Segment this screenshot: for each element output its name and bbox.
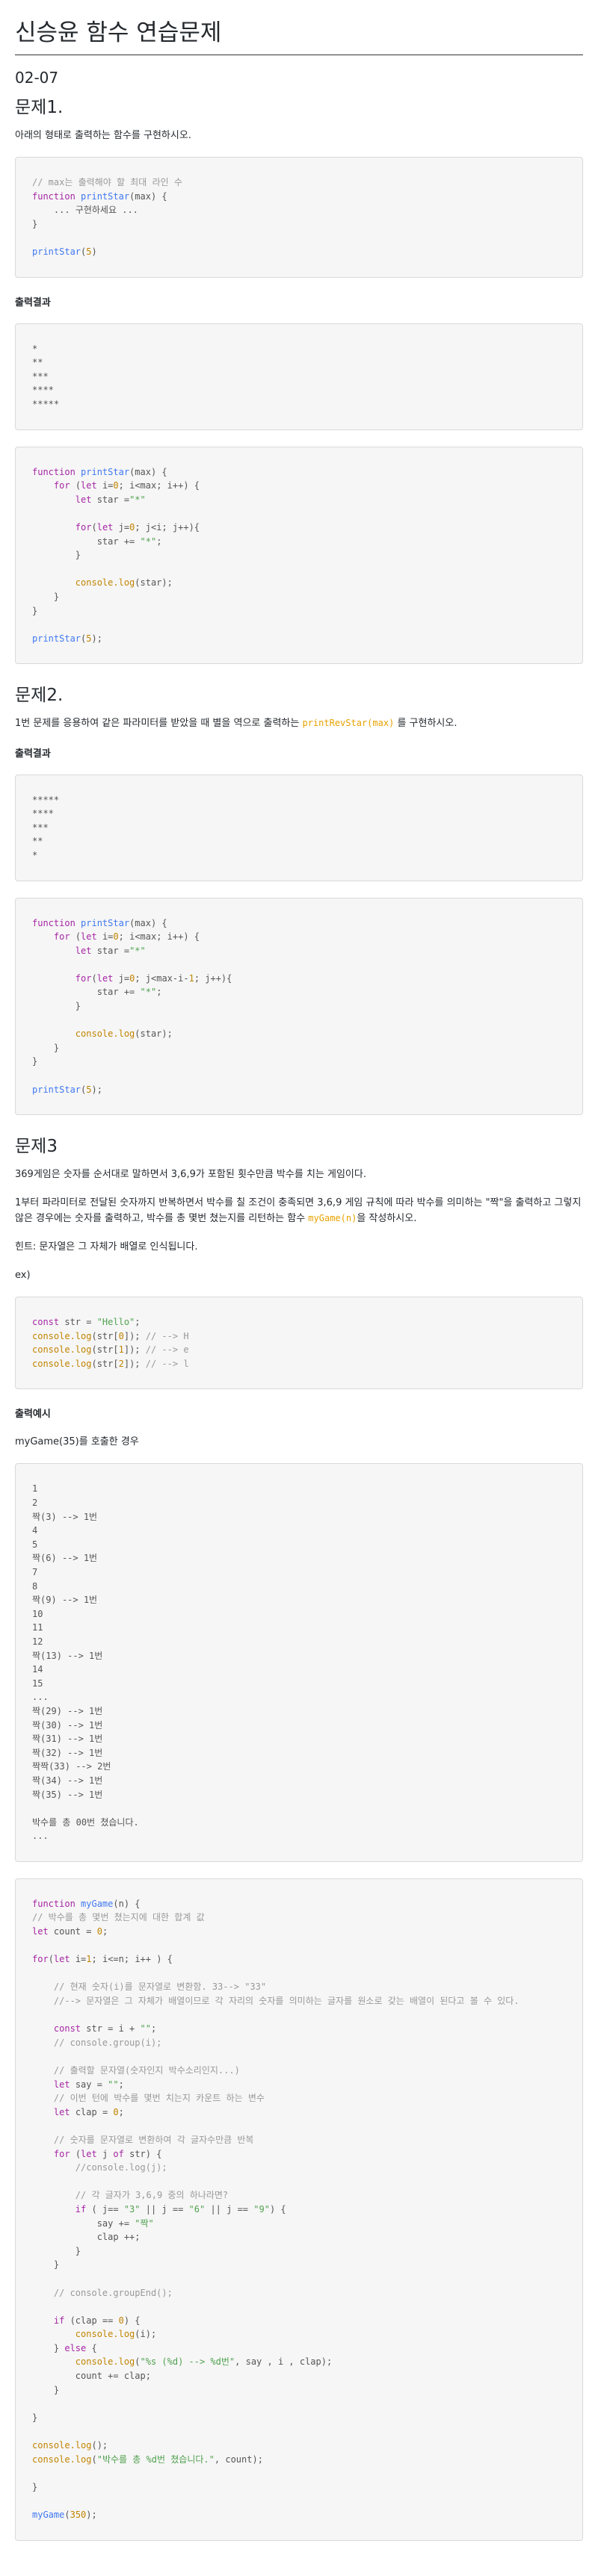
problem3-hint: 힌트: 문자열은 그 자체가 배열로 인식됩니다. xyxy=(15,1241,198,1253)
problem3-description1: 369게임은 숫자를 순서대로 말하면서 3,6,9가 포함된 횟수만큼 박수를… xyxy=(15,1169,366,1181)
problem3-heading: 문제3 xyxy=(15,1137,58,1157)
problem2-output: ***** **** *** ** * xyxy=(15,774,583,881)
problem3-example-label: ex) xyxy=(15,1269,31,1281)
problem1-template-code: // max는 출력해야 할 최대 라인 수 function printSta… xyxy=(15,157,583,278)
problem2-description: 1번 문제를 응용하여 같은 파라미터를 받았을 때 별을 역으로 출력하는 p… xyxy=(15,716,583,731)
problem3-solution-code: function myGame(n) { // 박수를 총 몇번 쳤는지에 대한… xyxy=(15,1878,583,2541)
problem2-desc-text-end: 를 구현하시오. xyxy=(394,718,457,730)
problem1-solution-code: function printStar(max) { for (let i=0; … xyxy=(15,446,583,665)
problem2-output-label: 출력결과 xyxy=(15,748,51,760)
problem3-desc-text-end: 을 작성하시오. xyxy=(357,1212,417,1224)
problem2-desc-code: printRevStar(max) xyxy=(302,718,395,729)
problem3-output-label: 출력예시 xyxy=(15,1409,51,1421)
problem3-call-description: myGame(35)를 호출한 경우 xyxy=(15,1436,139,1448)
problem1-output: * ** *** **** ***** xyxy=(15,323,583,430)
problem3-output: 1 2 짝(3) --> 1번 4 5 짝(6) --> 1번 7 8 짝(9)… xyxy=(15,1463,583,1862)
problem2-solution-code: function printStar(max) { for (let i=0; … xyxy=(15,897,583,1116)
problem1-description: 아래의 형태로 출력하는 함수를 구현하시오. xyxy=(15,130,191,141)
page-title: 신승윤 함수 연습문제 xyxy=(15,10,583,55)
problem3-description2: 1부터 파라미터로 전달된 숫자까지 반복하면서 박수를 칠 조건이 충족되면 … xyxy=(15,1196,583,1226)
problem2-desc-text: 1번 문제를 응용하여 같은 파라미터를 받았을 때 별을 역으로 출력하는 xyxy=(15,718,303,730)
problem2-heading: 문제2. xyxy=(15,686,64,706)
problem1-heading: 문제1. xyxy=(15,98,64,117)
problem3-desc-text: 1부터 파라미터로 전달된 숫자까지 반복하면서 박수를 칠 조건이 충족되면 … xyxy=(15,1197,582,1224)
problem3-desc-code: myGame(n) xyxy=(308,1212,357,1223)
problem3-example-code: const str = "Hello"; console.log(str[0])… xyxy=(15,1296,583,1390)
problem1-output-label: 출력결과 xyxy=(15,297,51,308)
date-heading: 02-07 xyxy=(15,69,59,87)
document: 신승윤 함수 연습문제 02-07 문제1. 아래의 형태로 출력하는 함수를 … xyxy=(0,0,598,2572)
